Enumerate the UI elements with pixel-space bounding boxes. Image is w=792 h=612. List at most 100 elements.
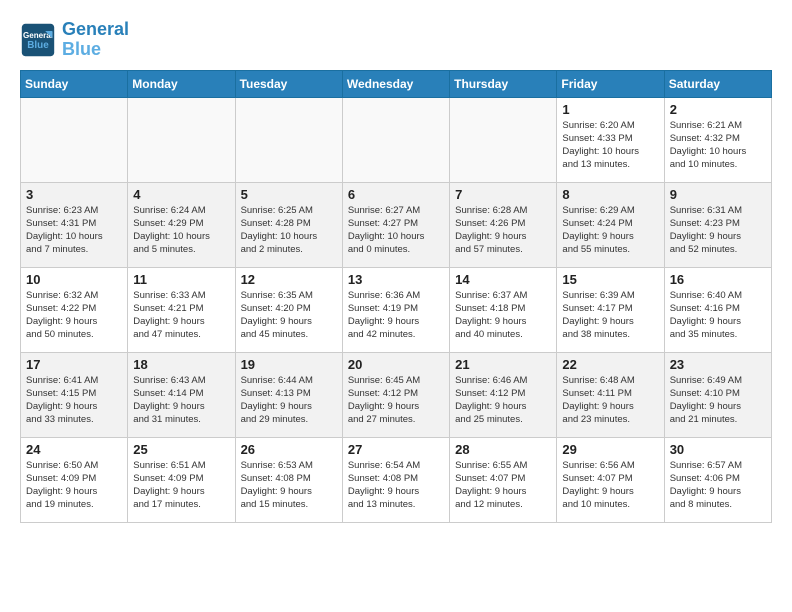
- calendar-cell: 9 Sunrise: 6:31 AM Sunset: 4:23 PM Daylig…: [664, 182, 771, 267]
- calendar-cell: 6Sunrise: 6:27 AM Sunset: 4:27 PM Daylig…: [342, 182, 449, 267]
- calendar-cell: 27 Sunrise: 6:54 AM Sunset: 4:08 PM Dayli…: [342, 437, 449, 522]
- day-number: 29: [562, 442, 658, 457]
- header-thursday: Thursday: [450, 70, 557, 97]
- day-info: Sunrise: 6:48 AM Sunset: 4:11 PM Dayligh…: [562, 374, 658, 427]
- day-info: Sunrise: 6:56 AM Sunset: 4:07 PM Dayligh…: [562, 459, 658, 512]
- calendar-cell: 29 Sunrise: 6:56 AM Sunset: 4:07 PM Dayli…: [557, 437, 664, 522]
- day-number: 3: [26, 187, 122, 202]
- day-info: Sunrise: 6:53 AM Sunset: 4:08 PM Dayligh…: [241, 459, 337, 512]
- calendar-week-row: 1 Sunrise: 6:20 AM Sunset: 4:33 PM Daylig…: [21, 97, 772, 182]
- day-number: 4: [133, 187, 229, 202]
- day-info: Sunrise: 6:51 AM Sunset: 4:09 PM Dayligh…: [133, 459, 229, 512]
- calendar-cell: [235, 97, 342, 182]
- calendar-cell: [342, 97, 449, 182]
- day-number: 25: [133, 442, 229, 457]
- calendar-cell: 2 Sunrise: 6:21 AM Sunset: 4:32 PM Daylig…: [664, 97, 771, 182]
- calendar-header-row: SundayMondayTuesdayWednesdayThursdayFrid…: [21, 70, 772, 97]
- day-number: 18: [133, 357, 229, 372]
- day-number: 8: [562, 187, 658, 202]
- day-number: 24: [26, 442, 122, 457]
- calendar-cell: 10Sunrise: 6:32 AM Sunset: 4:22 PM Dayli…: [21, 267, 128, 352]
- day-number: 30: [670, 442, 766, 457]
- calendar-cell: 24 Sunrise: 6:50 AM Sunset: 4:09 PM Dayli…: [21, 437, 128, 522]
- calendar-cell: 4 Sunrise: 6:24 AM Sunset: 4:29 PM Daylig…: [128, 182, 235, 267]
- day-info: Sunrise: 6:33 AM Sunset: 4:21 PM Dayligh…: [133, 289, 229, 342]
- header-friday: Friday: [557, 70, 664, 97]
- calendar-week-row: 17 Sunrise: 6:41 AM Sunset: 4:15 PM Dayli…: [21, 352, 772, 437]
- day-number: 11: [133, 272, 229, 287]
- calendar-cell: 1 Sunrise: 6:20 AM Sunset: 4:33 PM Daylig…: [557, 97, 664, 182]
- day-number: 21: [455, 357, 551, 372]
- day-number: 23: [670, 357, 766, 372]
- day-number: 17: [26, 357, 122, 372]
- day-number: 16: [670, 272, 766, 287]
- day-number: 19: [241, 357, 337, 372]
- calendar-week-row: 24 Sunrise: 6:50 AM Sunset: 4:09 PM Dayli…: [21, 437, 772, 522]
- day-info: Sunrise: 6:57 AM Sunset: 4:06 PM Dayligh…: [670, 459, 766, 512]
- calendar-cell: 25 Sunrise: 6:51 AM Sunset: 4:09 PM Dayli…: [128, 437, 235, 522]
- calendar-week-row: 3Sunrise: 6:23 AM Sunset: 4:31 PM Daylig…: [21, 182, 772, 267]
- calendar-cell: 13 Sunrise: 6:36 AM Sunset: 4:19 PM Dayli…: [342, 267, 449, 352]
- day-info: Sunrise: 6:41 AM Sunset: 4:15 PM Dayligh…: [26, 374, 122, 427]
- day-number: 15: [562, 272, 658, 287]
- calendar-cell: 12Sunrise: 6:35 AM Sunset: 4:20 PM Dayli…: [235, 267, 342, 352]
- calendar-cell: 17 Sunrise: 6:41 AM Sunset: 4:15 PM Dayli…: [21, 352, 128, 437]
- calendar-table: SundayMondayTuesdayWednesdayThursdayFrid…: [20, 70, 772, 523]
- calendar-cell: [21, 97, 128, 182]
- day-number: 28: [455, 442, 551, 457]
- day-info: Sunrise: 6:43 AM Sunset: 4:14 PM Dayligh…: [133, 374, 229, 427]
- day-number: 9: [670, 187, 766, 202]
- calendar-cell: 16 Sunrise: 6:40 AM Sunset: 4:16 PM Dayli…: [664, 267, 771, 352]
- calendar-cell: [450, 97, 557, 182]
- logo-text: GeneralBlue: [62, 20, 129, 60]
- header-sunday: Sunday: [21, 70, 128, 97]
- day-number: 13: [348, 272, 444, 287]
- day-info: Sunrise: 6:39 AM Sunset: 4:17 PM Dayligh…: [562, 289, 658, 342]
- calendar-week-row: 10Sunrise: 6:32 AM Sunset: 4:22 PM Dayli…: [21, 267, 772, 352]
- day-number: 7: [455, 187, 551, 202]
- day-info: Sunrise: 6:44 AM Sunset: 4:13 PM Dayligh…: [241, 374, 337, 427]
- day-number: 26: [241, 442, 337, 457]
- calendar-cell: 19 Sunrise: 6:44 AM Sunset: 4:13 PM Dayli…: [235, 352, 342, 437]
- day-info: Sunrise: 6:40 AM Sunset: 4:16 PM Dayligh…: [670, 289, 766, 342]
- day-info: Sunrise: 6:27 AM Sunset: 4:27 PM Dayligh…: [348, 204, 444, 257]
- calendar-cell: 11 Sunrise: 6:33 AM Sunset: 4:21 PM Dayli…: [128, 267, 235, 352]
- day-info: Sunrise: 6:37 AM Sunset: 4:18 PM Dayligh…: [455, 289, 551, 342]
- header-tuesday: Tuesday: [235, 70, 342, 97]
- day-info: Sunrise: 6:21 AM Sunset: 4:32 PM Dayligh…: [670, 119, 766, 172]
- day-info: Sunrise: 6:50 AM Sunset: 4:09 PM Dayligh…: [26, 459, 122, 512]
- header-wednesday: Wednesday: [342, 70, 449, 97]
- day-info: Sunrise: 6:25 AM Sunset: 4:28 PM Dayligh…: [241, 204, 337, 257]
- day-number: 14: [455, 272, 551, 287]
- logo-icon: General Blue: [20, 22, 56, 58]
- svg-text:Blue: Blue: [27, 40, 49, 51]
- logo: General Blue GeneralBlue: [20, 20, 129, 60]
- day-info: Sunrise: 6:29 AM Sunset: 4:24 PM Dayligh…: [562, 204, 658, 257]
- day-info: Sunrise: 6:46 AM Sunset: 4:12 PM Dayligh…: [455, 374, 551, 427]
- calendar-cell: 15 Sunrise: 6:39 AM Sunset: 4:17 PM Dayli…: [557, 267, 664, 352]
- day-number: 2: [670, 102, 766, 117]
- calendar-cell: 23Sunrise: 6:49 AM Sunset: 4:10 PM Dayli…: [664, 352, 771, 437]
- day-number: 27: [348, 442, 444, 457]
- day-info: Sunrise: 6:54 AM Sunset: 4:08 PM Dayligh…: [348, 459, 444, 512]
- calendar-cell: 30 Sunrise: 6:57 AM Sunset: 4:06 PM Dayli…: [664, 437, 771, 522]
- calendar-cell: 28Sunrise: 6:55 AM Sunset: 4:07 PM Dayli…: [450, 437, 557, 522]
- calendar-cell: 22 Sunrise: 6:48 AM Sunset: 4:11 PM Dayli…: [557, 352, 664, 437]
- calendar-cell: 5 Sunrise: 6:25 AM Sunset: 4:28 PM Daylig…: [235, 182, 342, 267]
- day-info: Sunrise: 6:45 AM Sunset: 4:12 PM Dayligh…: [348, 374, 444, 427]
- day-info: Sunrise: 6:24 AM Sunset: 4:29 PM Dayligh…: [133, 204, 229, 257]
- calendar-cell: 14 Sunrise: 6:37 AM Sunset: 4:18 PM Dayli…: [450, 267, 557, 352]
- day-number: 12: [241, 272, 337, 287]
- header-monday: Monday: [128, 70, 235, 97]
- day-number: 22: [562, 357, 658, 372]
- calendar-cell: [128, 97, 235, 182]
- calendar-cell: 26 Sunrise: 6:53 AM Sunset: 4:08 PM Dayli…: [235, 437, 342, 522]
- day-number: 20: [348, 357, 444, 372]
- calendar-cell: 20 Sunrise: 6:45 AM Sunset: 4:12 PM Dayli…: [342, 352, 449, 437]
- calendar-cell: 18 Sunrise: 6:43 AM Sunset: 4:14 PM Dayli…: [128, 352, 235, 437]
- day-number: 5: [241, 187, 337, 202]
- day-info: Sunrise: 6:31 AM Sunset: 4:23 PM Dayligh…: [670, 204, 766, 257]
- day-info: Sunrise: 6:36 AM Sunset: 4:19 PM Dayligh…: [348, 289, 444, 342]
- day-number: 1: [562, 102, 658, 117]
- day-info: Sunrise: 6:20 AM Sunset: 4:33 PM Dayligh…: [562, 119, 658, 172]
